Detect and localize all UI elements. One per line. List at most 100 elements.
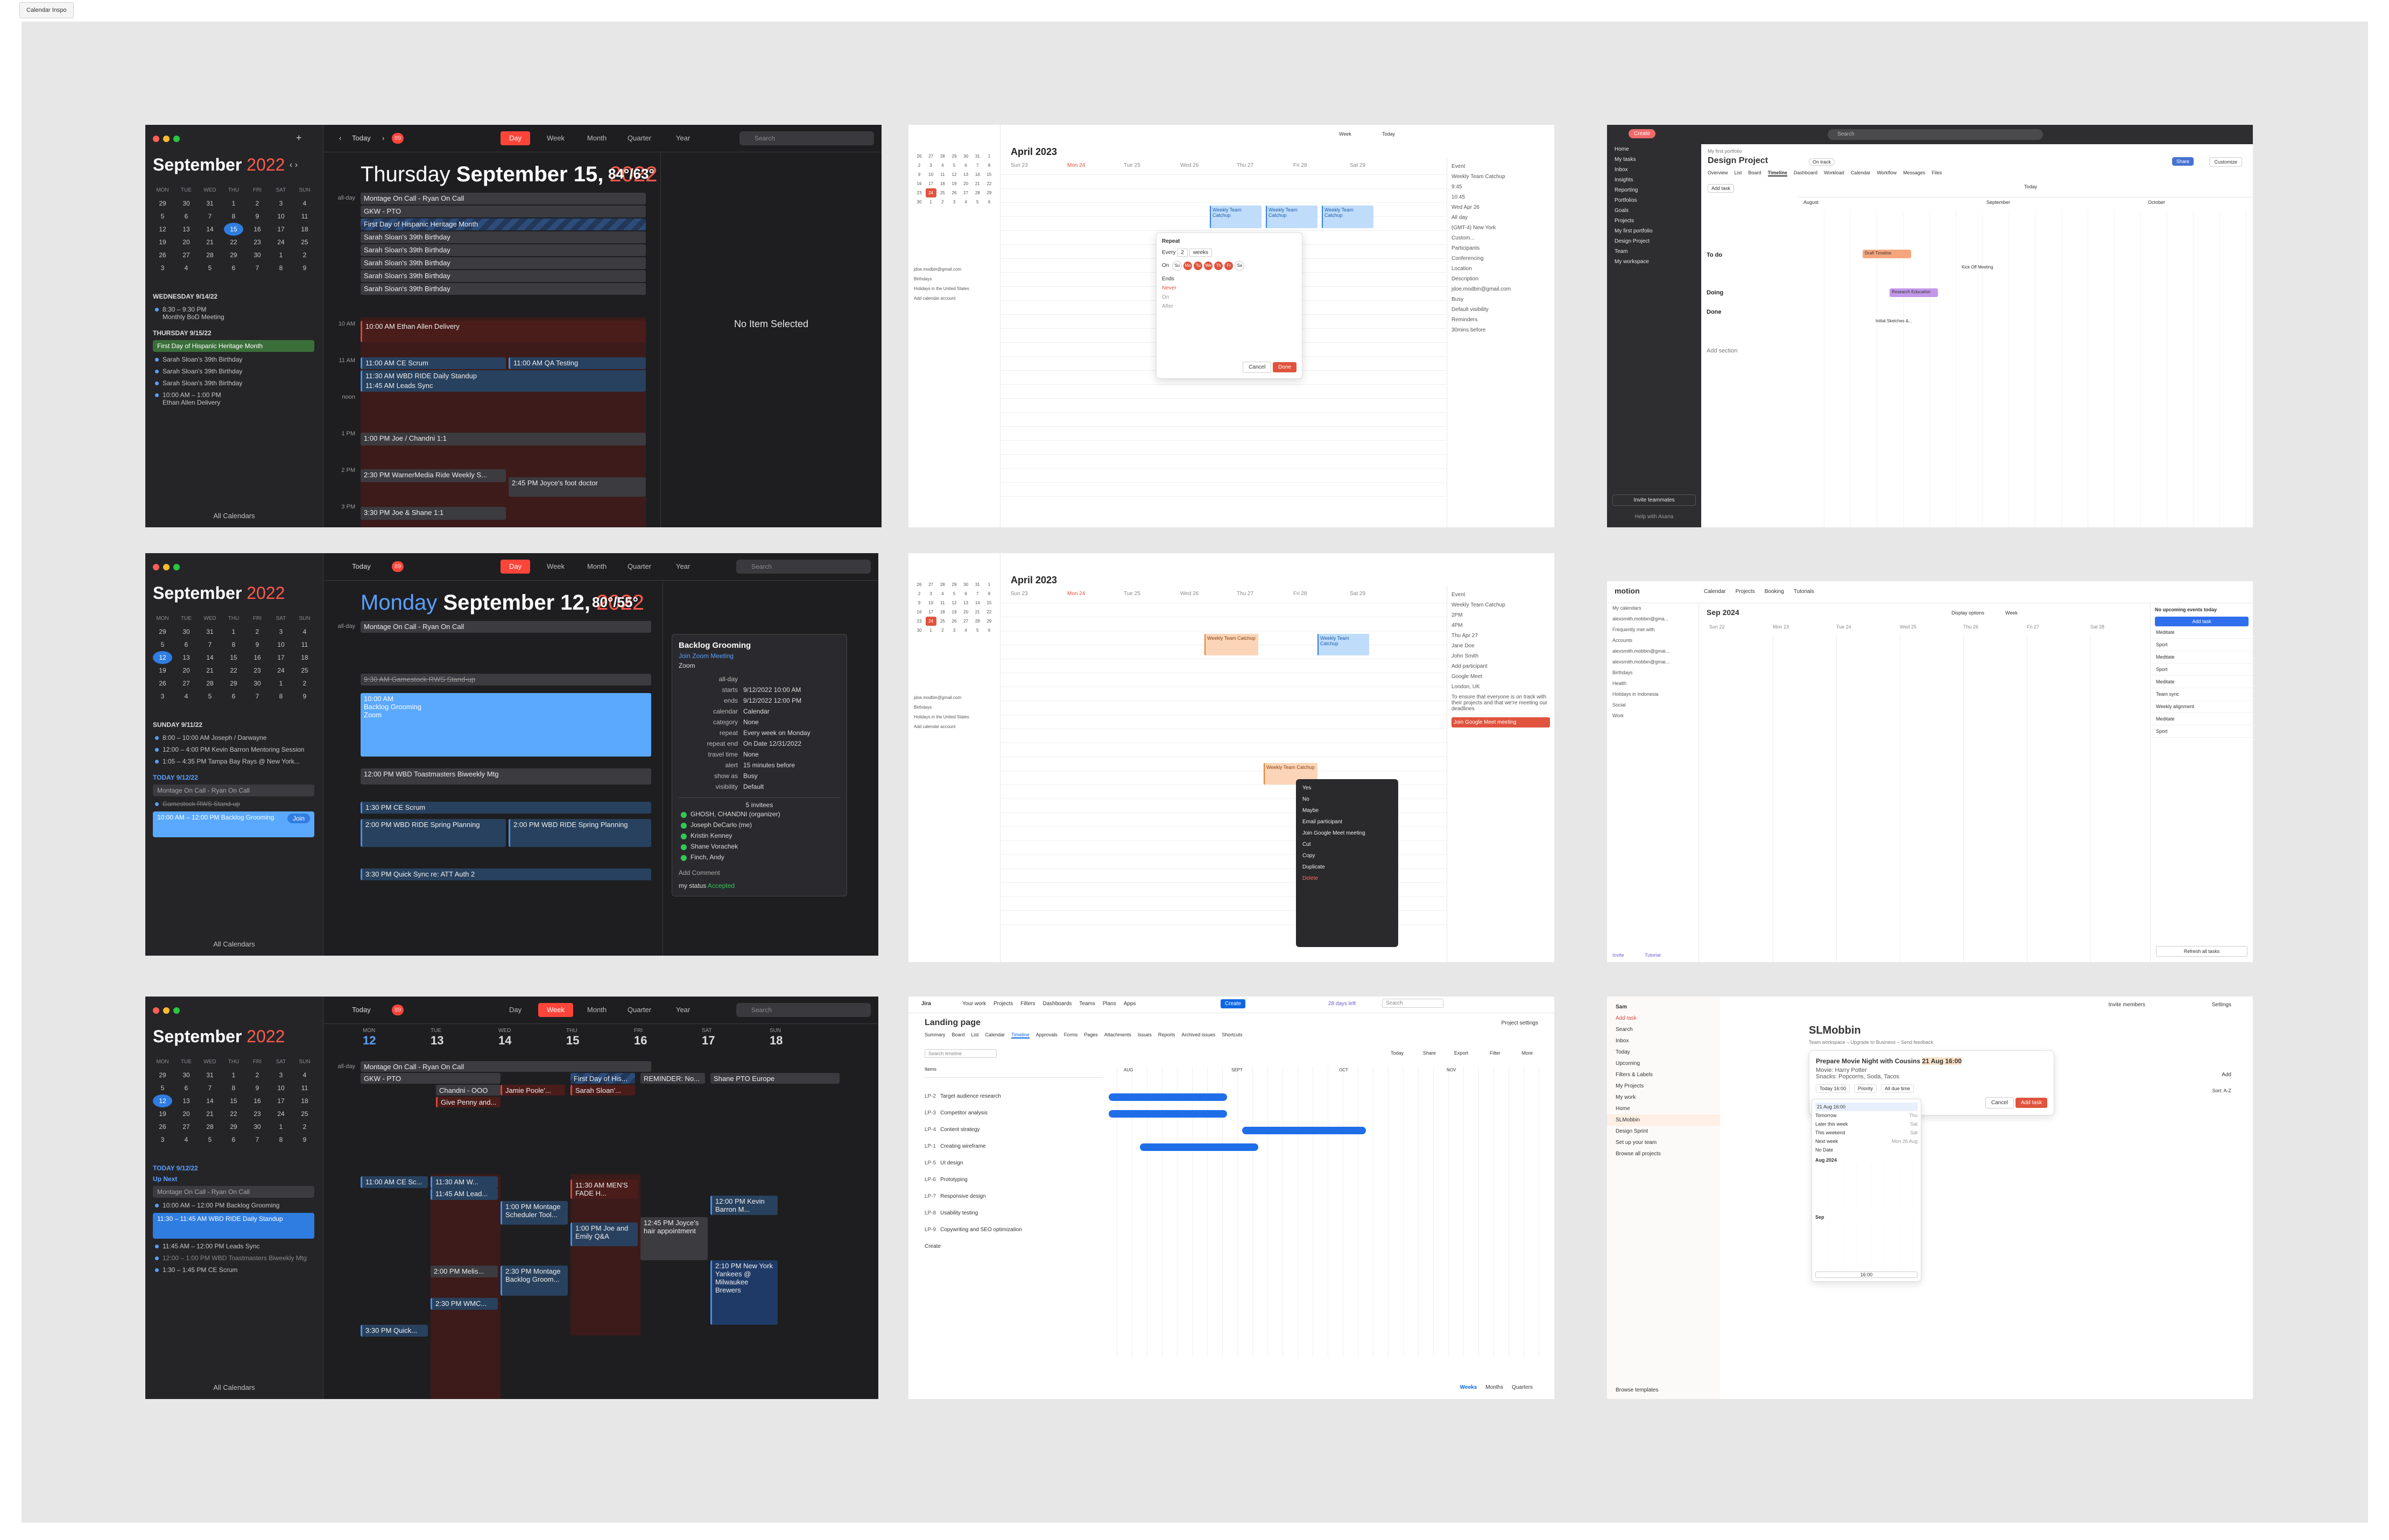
- day-cell[interactable]: 25: [295, 236, 314, 249]
- field-value[interactable]: On Date 12/31/2022: [743, 740, 801, 747]
- context-menu-item[interactable]: Yes: [1296, 782, 1398, 794]
- sidebar-item[interactable]: My tasks: [1607, 154, 1701, 165]
- day-cell[interactable]: 12: [153, 1094, 172, 1107]
- sidebar-item[interactable]: Team: [1607, 246, 1701, 257]
- event-block[interactable]: Weekly Team Catchup: [1204, 634, 1258, 655]
- allday-event[interactable]: Sarah Sloan's 39th Birthday: [361, 270, 646, 282]
- event-block[interactable]: 3:30 PM Joe & Shane 1:1: [361, 507, 506, 520]
- sidebar-item[interactable]: Today: [1607, 1047, 1720, 1058]
- week-day-header[interactable]: TUE 13: [428, 1027, 496, 1057]
- day-cell[interactable]: 6: [177, 1082, 196, 1094]
- day-cell[interactable]: 26: [914, 580, 925, 589]
- allday-event[interactable]: Montage On Call - Ryan On Call: [361, 193, 646, 204]
- day-cell[interactable]: 24: [271, 1107, 291, 1120]
- day-cell[interactable]: 1: [984, 152, 995, 161]
- search-input[interactable]: Search: [736, 1003, 871, 1017]
- agenda-item[interactable]: 12:00 – 4:00 PM Kevin Barron Mentoring S…: [153, 744, 314, 755]
- day-cell[interactable]: 11: [937, 598, 948, 607]
- task-item[interactable]: Sport: [2151, 639, 2253, 651]
- cancel-button[interactable]: Cancel: [1985, 1097, 2014, 1108]
- day-cell[interactable]: 12: [153, 651, 172, 664]
- all-calendars-menu[interactable]: All Calendars: [145, 940, 323, 948]
- day-cell[interactable]: 10: [926, 170, 936, 179]
- agenda-item[interactable]: Sarah Sloan's 39th Birthday: [153, 365, 314, 377]
- allday-event[interactable]: GKW - PTO: [361, 1073, 501, 1084]
- day-cell[interactable]: 3: [926, 161, 936, 170]
- day-cell[interactable]: 19: [949, 179, 960, 188]
- day-cell[interactable]: 25: [295, 1107, 314, 1120]
- calendar-list-item[interactable]: alexsmith.mobbin@gmai...: [1607, 656, 1699, 667]
- day-cell[interactable]: 18: [937, 607, 948, 617]
- timeline-bar[interactable]: [1242, 1127, 1366, 1134]
- day-cell[interactable]: 4: [177, 262, 196, 274]
- day-cell[interactable]: 22: [224, 236, 243, 249]
- project-settings[interactable]: Project settings: [1502, 1020, 1538, 1026]
- context-menu-item[interactable]: Cut: [1296, 839, 1398, 850]
- day-cell[interactable]: 29: [949, 152, 960, 161]
- event-block[interactable]: 2:10 PM New York Yankees @ Milwaukee Bre…: [710, 1260, 778, 1325]
- day-cell[interactable]: 2: [295, 249, 314, 262]
- day-cell[interactable]: 12: [949, 170, 960, 179]
- day-cell[interactable]: 9: [248, 1082, 267, 1094]
- tab-board[interactable]: Board: [1749, 170, 1761, 176]
- day-cell[interactable]: 29: [224, 249, 243, 262]
- day-cell[interactable]: 14: [972, 598, 983, 607]
- timeline-row[interactable]: LP-3 Competitor analysis: [925, 1110, 988, 1116]
- day-cell[interactable]: 2: [248, 1069, 267, 1082]
- event-block[interactable]: 11:45 AM Lead...: [431, 1188, 498, 1200]
- day-cell[interactable]: 29: [224, 677, 243, 690]
- tab-month[interactable]: Month: [579, 131, 615, 145]
- event-block[interactable]: 1:30 PM CE Scrum: [361, 802, 651, 814]
- day-cell[interactable]: 4: [295, 1069, 314, 1082]
- share-button[interactable]: Share: [2172, 157, 2194, 166]
- day-cell[interactable]: 2: [914, 161, 925, 170]
- detail-field[interactable]: Thu Apr 27: [1451, 631, 1550, 641]
- day-cell[interactable]: 15: [224, 651, 243, 664]
- agenda-item[interactable]: 1:30 – 1:45 PM CE Scrum: [153, 1264, 314, 1276]
- day-cell[interactable]: 23: [914, 617, 925, 626]
- weekday-toggle[interactable]: Mo: [1183, 262, 1193, 270]
- nav-apps[interactable]: Apps: [1124, 1001, 1136, 1007]
- task-item[interactable]: Sport: [2151, 725, 2253, 738]
- tab-issues[interactable]: Issues: [1138, 1032, 1152, 1039]
- day-cell[interactable]: 29: [153, 1069, 172, 1082]
- sort-select[interactable]: Sort: A-Z: [2212, 1088, 2231, 1093]
- day-cell[interactable]: 29: [949, 580, 960, 589]
- sidebar-item[interactable]: Home: [1607, 1103, 1720, 1114]
- day-cell[interactable]: 4: [177, 1133, 196, 1146]
- day-cell[interactable]: 8: [984, 161, 995, 170]
- share-button[interactable]: Share: [1423, 1050, 1436, 1056]
- day-cell[interactable]: 30: [961, 580, 971, 589]
- day-cell[interactable]: 22: [984, 607, 995, 617]
- task-item[interactable]: Team sync: [2151, 688, 2253, 701]
- day-cell[interactable]: 30: [177, 1069, 196, 1082]
- day-cell[interactable]: 30: [177, 625, 196, 638]
- day-cell[interactable]: 28: [200, 1120, 220, 1133]
- detail-field[interactable]: Custom...: [1451, 233, 1550, 243]
- window-controls[interactable]: [153, 564, 184, 572]
- day-cell[interactable]: 29: [224, 1120, 243, 1133]
- task-chip[interactable]: All due time: [1881, 1084, 1914, 1093]
- field-value[interactable]: Default: [743, 783, 764, 790]
- day-cell[interactable]: 17: [271, 223, 291, 236]
- day-cell[interactable]: 6: [224, 262, 243, 274]
- day-cell[interactable]: 19: [153, 236, 172, 249]
- detail-field[interactable]: Event: [1451, 161, 1550, 172]
- tab-dashboard[interactable]: Dashboard: [1794, 170, 1817, 176]
- task-item[interactable]: Meditate: [2151, 626, 2253, 639]
- tutorial-button[interactable]: Tutorial: [1645, 952, 1661, 958]
- calendar-list-item[interactable]: Accounts: [1607, 635, 1699, 646]
- date-field[interactable]: 21 Aug 16:00: [1815, 1103, 1918, 1111]
- invite-button[interactable]: Invite: [1612, 952, 1624, 958]
- event-block[interactable]: 2:00 PM Melis...: [431, 1266, 498, 1277]
- day-cell[interactable]: 18: [295, 223, 314, 236]
- day-cell[interactable]: 28: [972, 617, 983, 626]
- zoom-link[interactable]: Join Zoom Meeting: [679, 652, 840, 660]
- day-cell[interactable]: 5: [972, 626, 983, 635]
- day-cell[interactable]: 4: [937, 589, 948, 598]
- allday-event[interactable]: GKW - PTO: [361, 206, 646, 217]
- day-cell[interactable]: 2: [937, 626, 948, 635]
- day-cell[interactable]: 10: [271, 210, 291, 223]
- day-cell[interactable]: 6: [984, 197, 995, 207]
- day-cell[interactable]: 30: [248, 677, 267, 690]
